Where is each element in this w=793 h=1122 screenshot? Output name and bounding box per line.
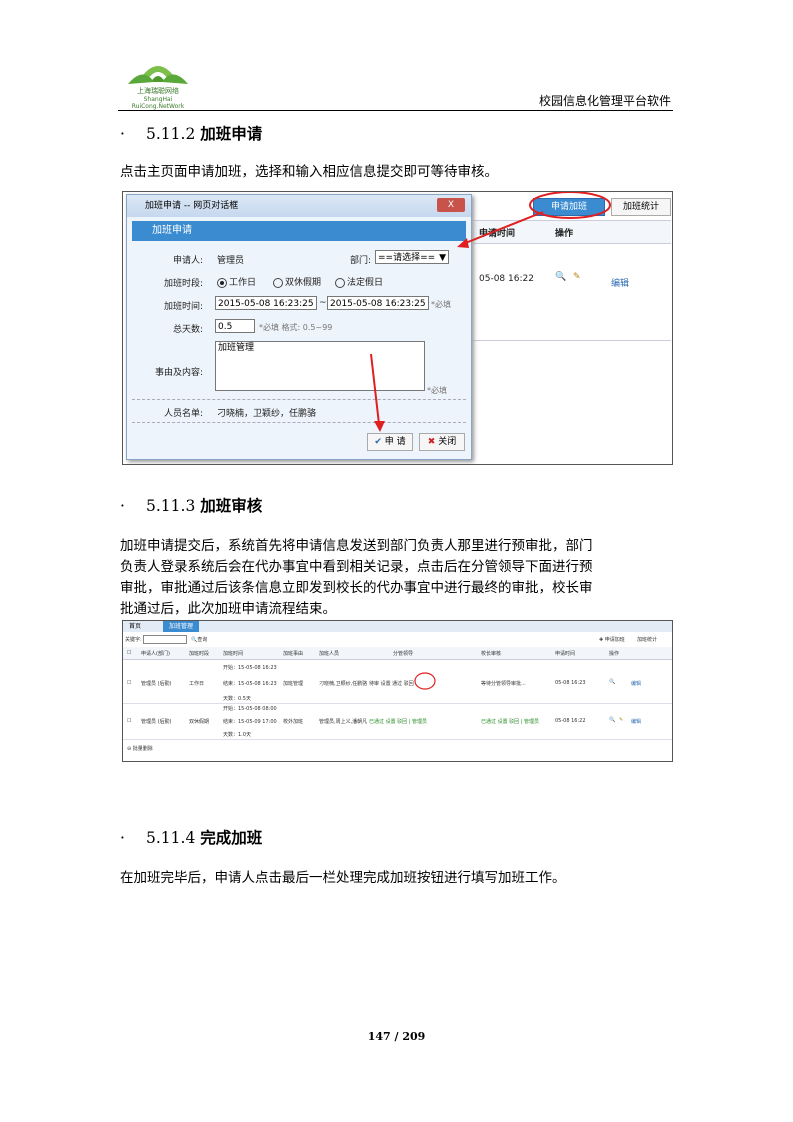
reason-textarea[interactable]: 加班管理 [215,341,425,391]
apply-button[interactable]: ✚ 申请加班 [599,636,625,643]
period-option-holiday[interactable]: 法定假日 [335,275,383,288]
overtime-dialog: 加班申请 -- 网页对话框 X 加班申请 申请人: 管理员 部门: ==请选择=… [126,194,472,460]
section-heading-5-11-2: · 5.11.2 加班申请 [120,125,263,143]
section-heading-5-11-4: · 5.11.4 完成加班 [120,829,263,847]
highlight-ellipse [529,192,611,219]
cancel-button[interactable]: ✖ 关闭 [419,433,465,451]
search-input[interactable] [143,635,187,644]
days-label: 总天数: [172,325,203,335]
section-paragraph: 点击主页面申请加班，选择和输入相应信息提交即可等待审核。 [120,164,498,180]
bg-stats-button[interactable]: 加班统计 [611,198,671,216]
dept-select[interactable]: ==请选择== ▼ [375,250,449,264]
dialog-title: 加班申请 -- 网页对话框 [127,195,471,217]
bg-row-time: 05-08 16:22 [479,274,534,284]
col-applicant: 申请人(部门) [141,651,170,657]
form-title: 加班申请 [132,221,466,241]
time-start-input[interactable]: 2015-05-08 16:23:25 [215,296,317,310]
tab-home[interactable]: 首页 [123,621,147,632]
logo-text-en: ShangHai RuiCong.NetWork [131,96,185,110]
stats-button[interactable]: 加班统计 [637,636,657,643]
page-number: 147 / 209 [367,1030,426,1043]
col-leader: 分管领导 [393,651,414,657]
search-icon[interactable]: 🔍 [555,272,566,282]
edit-pencil-icon[interactable]: ✎ [619,717,623,723]
query-button[interactable]: 🔍查询 [191,636,207,643]
batch-delete-button[interactable]: ⊖ 批量删除 [127,745,153,752]
staff-value: 刁晓楠，卫颖纱，任鹏骆 [217,409,317,419]
reason-required: *必填 [427,386,447,395]
bg-table-header: 申请时间 操作 [473,220,671,244]
tab-bar [123,621,672,632]
period-label: 加班时段: [163,279,203,289]
col-period: 加班时段 [189,651,210,657]
col-principal: 校长审核 [481,651,502,657]
edit-pencil-icon[interactable]: ✎ [573,272,581,282]
reason-label: 事由及内容: [154,368,203,378]
header-title: 校园信息化管理平台软件 [538,94,671,108]
col-action: 操作 [609,651,620,657]
search-icon[interactable]: 🔍 [609,679,615,685]
section-heading-5-11-3: · 5.11.3 加班审核 [120,497,263,515]
search-label: 关键字: [125,637,142,643]
bg-edit-link[interactable]: 编辑 [611,276,629,289]
col-reason: 加班事由 [283,651,304,657]
required-hint: *必填 [431,300,451,309]
highlight-ellipse [414,672,436,690]
submit-button[interactable]: ✔ 申 请 [367,433,413,451]
col-apply-time: 申请时间 [555,651,576,657]
time-end-input[interactable]: 2015-05-08 16:23:25 [327,296,429,310]
staff-label: 人员名单: [163,409,203,419]
edit-link[interactable]: 编辑 [631,680,641,687]
time-label: 加班时间: [163,302,203,312]
days-hint: *必填 格式: 0.5~99 [259,323,333,332]
tab-overtime[interactable]: 加班管理 [163,621,200,632]
applicant-value: 管理员 [217,256,245,266]
header-rule [118,110,673,111]
period-option-workday[interactable]: 工作日 [217,275,256,288]
applicant-label: 申请人: [172,256,203,266]
section-paragraph: 在加班完毕后，申请人点击最后一栏处理完成加班按钮进行填写加班工作。 [120,870,566,886]
section-paragraph: 加班申请提交后，系统首先将申请信息发送到部门负责人那里进行预审批，部门 负责人登… [120,538,593,617]
days-input[interactable]: 0.5 [215,319,255,333]
overtime-list-screenshot: 首页 加班管理 关键字: 🔍查询 ✚ 申请加班 加班统计 ☐ 申请人(部门) 加… [122,620,673,762]
logo-text-cn: 上海瑞聪网络 [137,87,179,95]
dept-label: 部门: [349,256,371,266]
period-option-weekend[interactable]: 双休假期 [273,275,321,288]
col-staff: 加班人员 [319,651,340,657]
edit-link[interactable]: 编辑 [631,718,641,725]
bg-table-bottom [473,340,671,341]
search-icon[interactable]: 🔍 [609,717,615,723]
col-time: 加班时间 [223,651,244,657]
apply-overtime-screenshot: 申请加班 加班统计 申请时间 操作 05-08 16:22 🔍 ✎ 编辑 加班申… [122,191,673,465]
close-button[interactable]: X [437,198,465,212]
staff-row: 人员名单: 刁晓楠，卫颖纱，任鹏骆 [132,399,466,423]
